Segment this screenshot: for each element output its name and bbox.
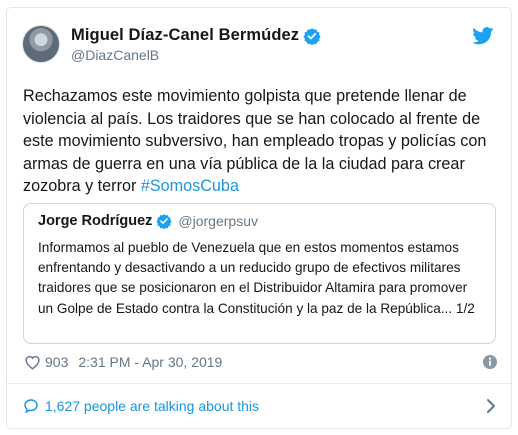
author-handle[interactable]: @DiazCanelB <box>71 47 159 63</box>
twitter-bird-icon[interactable] <box>472 27 494 45</box>
verified-badge-icon <box>156 214 173 229</box>
speech-bubble-icon <box>24 399 38 414</box>
author-display-name[interactable]: Miguel Díaz-Canel Bermúdez <box>71 26 299 45</box>
quoted-tweet-header: Jorge Rodríguez @jorgerpsuv <box>38 213 258 229</box>
tweet-header: Miguel Díaz-Canel Bermúdez @DiazCanelB <box>22 23 498 65</box>
author-avatar[interactable] <box>22 25 60 63</box>
quoted-author-name: Jorge Rodríguez <box>38 213 153 229</box>
quoted-tweet-text: Informamos al pueblo de Venezuela que en… <box>38 240 475 316</box>
chevron-right-icon <box>487 399 495 413</box>
quoted-author-handle: @jorgerpsuv <box>178 213 258 229</box>
author-name-row: Miguel Díaz-Canel Bermúdez <box>71 26 321 45</box>
hashtag-link[interactable]: #SomosCuba <box>141 177 239 195</box>
like-count[interactable]: 903 <box>45 354 68 370</box>
tweet-meta-row: 903 2:31 PM - Apr 30, 2019 <box>24 352 498 372</box>
embedded-tweet-card: Miguel Díaz-Canel Bermúdez @DiazCanelB R… <box>6 7 512 429</box>
tweet-body: Rechazamos este movimiento golpista que … <box>23 85 503 198</box>
conversation-link[interactable]: 1,627 people are talking about this <box>23 386 497 426</box>
verified-badge-icon <box>303 27 321 45</box>
divider <box>7 383 511 384</box>
quoted-tweet[interactable]: Jorge Rodríguez @jorgerpsuv Informamos a… <box>23 203 496 344</box>
info-icon[interactable] <box>482 354 498 370</box>
tweet-text: Rechazamos este movimiento golpista que … <box>23 87 487 196</box>
tweet-timestamp[interactable]: 2:31 PM - Apr 30, 2019 <box>78 354 222 370</box>
heart-icon[interactable] <box>24 354 41 370</box>
conversation-link-text: 1,627 people are talking about this <box>45 398 260 414</box>
